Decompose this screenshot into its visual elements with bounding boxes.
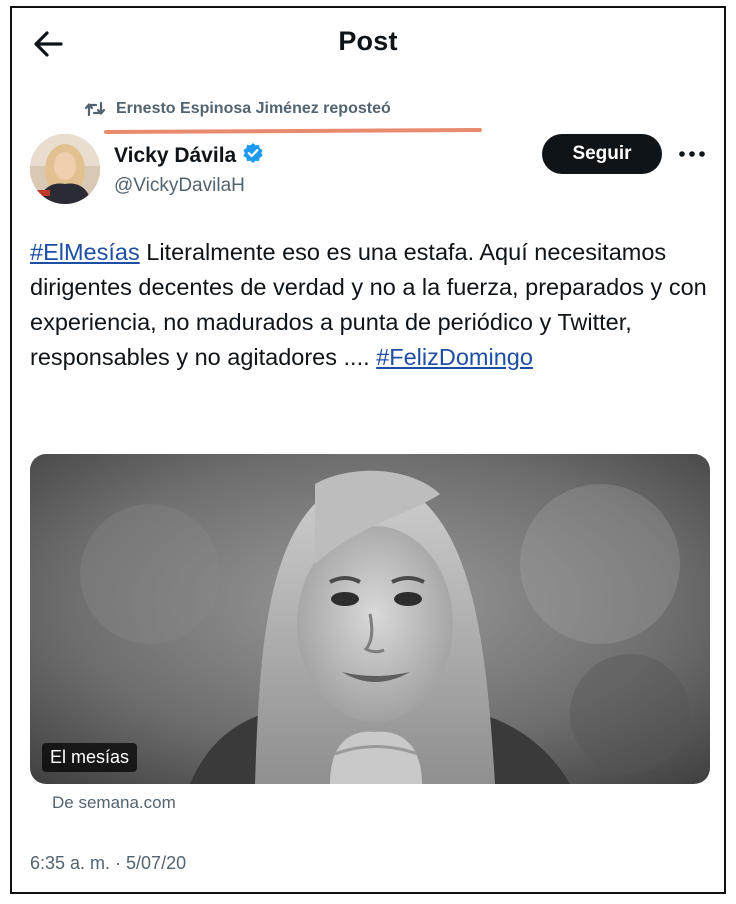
more-options-icon (679, 151, 705, 157)
media-caption: El mesías (42, 743, 138, 772)
timestamp[interactable]: 6:35 a. m. · 5/07/20 (30, 853, 186, 874)
repost-icon (84, 100, 106, 118)
follow-button[interactable]: Seguir (542, 134, 662, 174)
author-handle[interactable]: @VickyDavilaH (114, 175, 264, 197)
repost-indicator[interactable]: Ernesto Espinosa Jiménez reposteó (84, 98, 391, 120)
hashtag-felizdomingo[interactable]: #FelizDomingo (376, 344, 533, 370)
annotation-underline (103, 128, 483, 134)
link-source[interactable]: De semana.com (52, 793, 176, 813)
author-info: Vicky Dávila @VickyDavilaH (114, 142, 264, 197)
avatar[interactable] (30, 134, 100, 204)
tweet-text: #ElMesías Literalmente eso es una estafa… (30, 235, 710, 375)
display-name-row: Vicky Dávila (114, 142, 264, 170)
repost-text: Ernesto Espinosa Jiménez reposteó (116, 100, 391, 117)
more-options-button[interactable] (674, 138, 710, 170)
post-screen: Post Ernesto Espinosa Jiménez reposteó V… (10, 6, 726, 894)
link-card-image[interactable]: El mesías (30, 454, 710, 784)
hashtag-elmesias[interactable]: #ElMesías (30, 239, 140, 265)
top-bar: Post (12, 8, 724, 78)
page-title: Post (338, 26, 398, 56)
verified-badge-icon (242, 142, 264, 170)
display-name[interactable]: Vicky Dávila (114, 144, 236, 168)
